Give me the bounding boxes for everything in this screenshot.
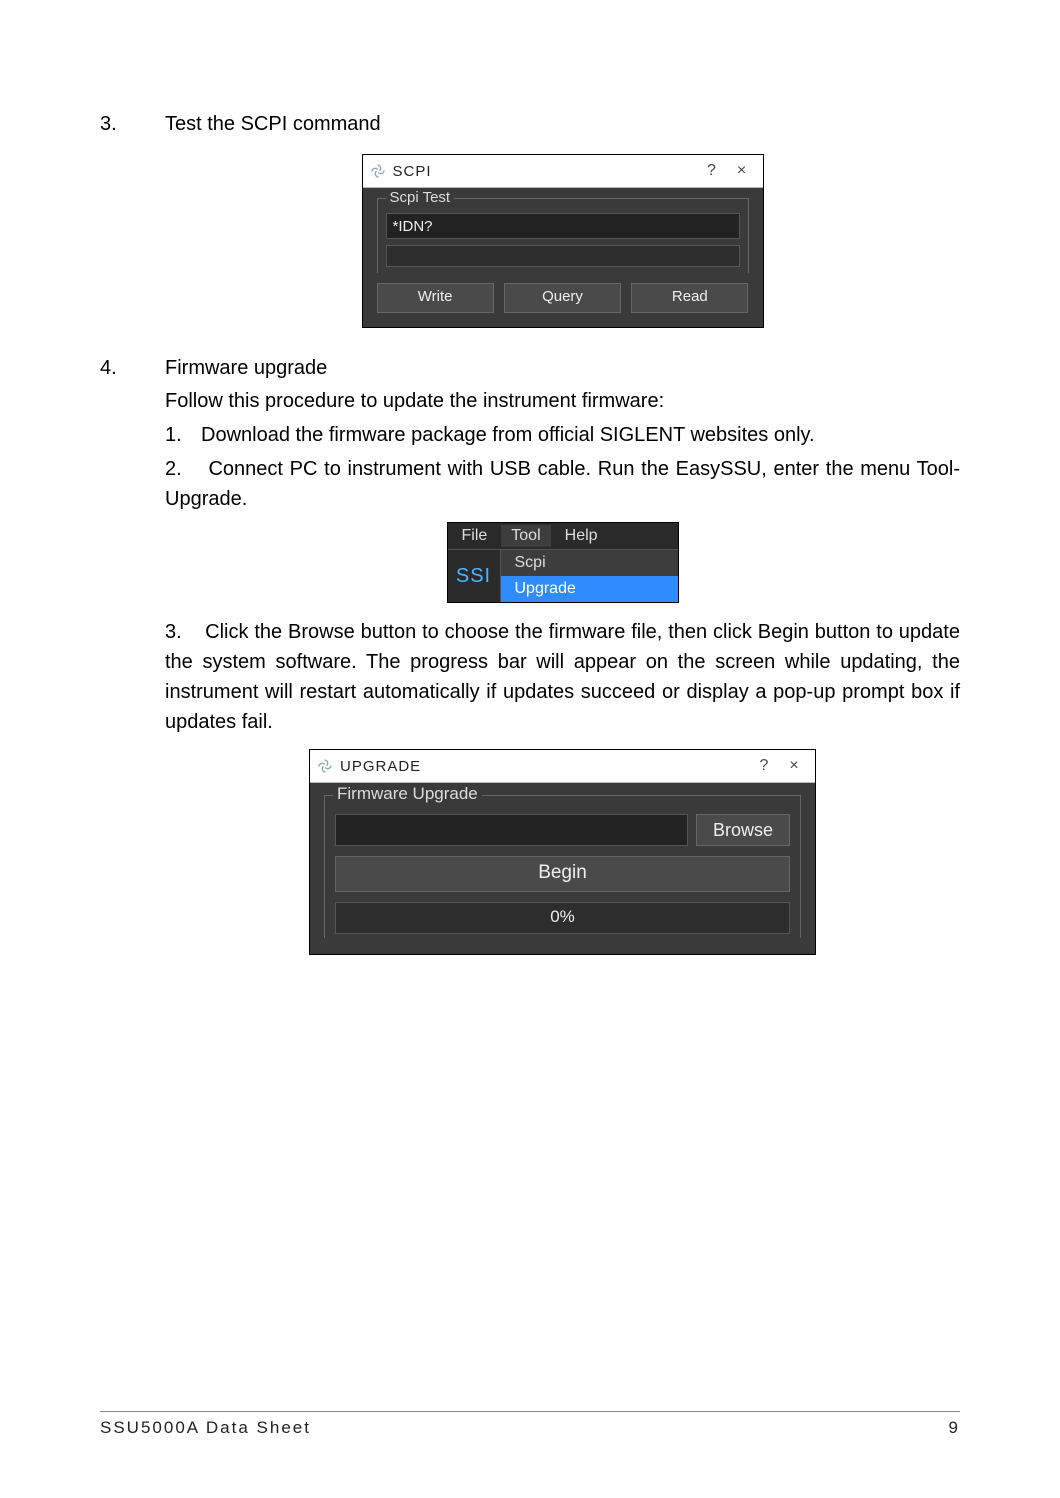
menu-item-upgrade[interactable]: Upgrade — [501, 576, 678, 602]
scpi-button-row: Write Query Read — [377, 283, 749, 313]
scpi-read-button[interactable]: Read — [631, 283, 748, 313]
footer-title: SSU5000A Data Sheet — [100, 1418, 311, 1438]
upgrade-path-row: Browse — [335, 814, 790, 846]
scpi-output-field[interactable] — [386, 245, 740, 267]
scpi-test-group: Scpi Test — [377, 198, 749, 273]
step4-title: Firmware upgrade — [165, 354, 960, 382]
step4-sub1-text: Download the firmware package from offic… — [201, 420, 960, 450]
scpi-title: SCPI — [393, 163, 697, 180]
upgrade-title: UPGRADE — [340, 758, 749, 775]
scpi-body: Scpi Test Write Query Read — [363, 188, 763, 327]
progress-bar: 0% — [335, 902, 790, 934]
step4-sub1: 1. Download the firmware package from of… — [165, 420, 960, 450]
begin-button[interactable]: Begin — [335, 856, 790, 892]
upgrade-body: Firmware Upgrade Browse Begin 0% — [310, 783, 815, 954]
app-swirl-icon — [316, 757, 334, 775]
firmware-path-input[interactable] — [335, 814, 688, 846]
menu-help[interactable]: Help — [555, 525, 608, 547]
step4-sub3-block: 3. Click the Browse button to choose the… — [165, 617, 960, 737]
scpi-write-button[interactable]: Write — [377, 283, 494, 313]
step4-number: 4. — [100, 357, 117, 379]
scpi-help-button[interactable]: ? — [697, 162, 727, 180]
scpi-dialog: SCPI ? × Scpi Test Write Query Read — [362, 154, 764, 328]
scpi-query-button[interactable]: Query — [504, 283, 621, 313]
step3-title: Test the SCPI command — [165, 113, 381, 135]
menu-file[interactable]: File — [452, 525, 498, 547]
scpi-close-button[interactable]: × — [727, 162, 757, 180]
page: 3. Test the SCPI command SCPI ? × Scp — [0, 0, 1060, 1498]
upgrade-group-label: Firmware Upgrade — [333, 784, 482, 804]
scpi-dialog-row: SCPI ? × Scpi Test Write Query Read — [100, 144, 960, 348]
step4-intro: Follow this procedure to update the inst… — [165, 386, 960, 416]
scpi-titlebar: SCPI ? × — [363, 155, 763, 188]
upgrade-group: Firmware Upgrade Browse Begin 0% — [324, 795, 801, 938]
browse-button[interactable]: Browse — [696, 814, 790, 846]
menu-body: SSI Scpi Upgrade — [448, 550, 678, 602]
step4-sub3-num: 3. — [165, 621, 182, 643]
menu-left-label: SSI — [448, 550, 501, 602]
step4-row: 4. Firmware upgrade Follow this procedur… — [100, 354, 960, 955]
step4-sub2-num: 2. — [165, 458, 182, 480]
upgrade-help-button[interactable]: ? — [749, 757, 779, 775]
step4-sub2-block: 2. Connect PC to instrument with USB cab… — [165, 454, 960, 514]
menu-item-scpi[interactable]: Scpi — [501, 550, 678, 576]
menu-screenshot: File Tool Help SSI Scpi Upgrade — [447, 522, 679, 603]
step4-sub2-text: Connect PC to instrument with USB cable.… — [165, 458, 960, 510]
step3-row: 3. Test the SCPI command — [100, 110, 960, 138]
upgrade-close-button[interactable]: × — [779, 757, 809, 775]
menu-bar: File Tool Help — [448, 523, 678, 550]
step4-sub3-text: Click the Browse button to choose the fi… — [165, 621, 960, 733]
scpi-command-input[interactable] — [386, 213, 740, 239]
menu-tool[interactable]: Tool — [501, 525, 550, 547]
upgrade-titlebar: UPGRADE ? × — [310, 750, 815, 783]
step3-number: 3. — [100, 113, 117, 135]
scpi-group-label: Scpi Test — [386, 189, 455, 206]
step4-sub1-num: 1. — [165, 420, 201, 450]
app-swirl-icon — [369, 162, 387, 180]
page-footer: SSU5000A Data Sheet 9 — [100, 1411, 960, 1438]
footer-page-number: 9 — [949, 1418, 960, 1438]
upgrade-dialog: UPGRADE ? × Firmware Upgrade Browse Begi… — [309, 749, 816, 955]
tool-dropdown: Scpi Upgrade — [501, 550, 678, 602]
